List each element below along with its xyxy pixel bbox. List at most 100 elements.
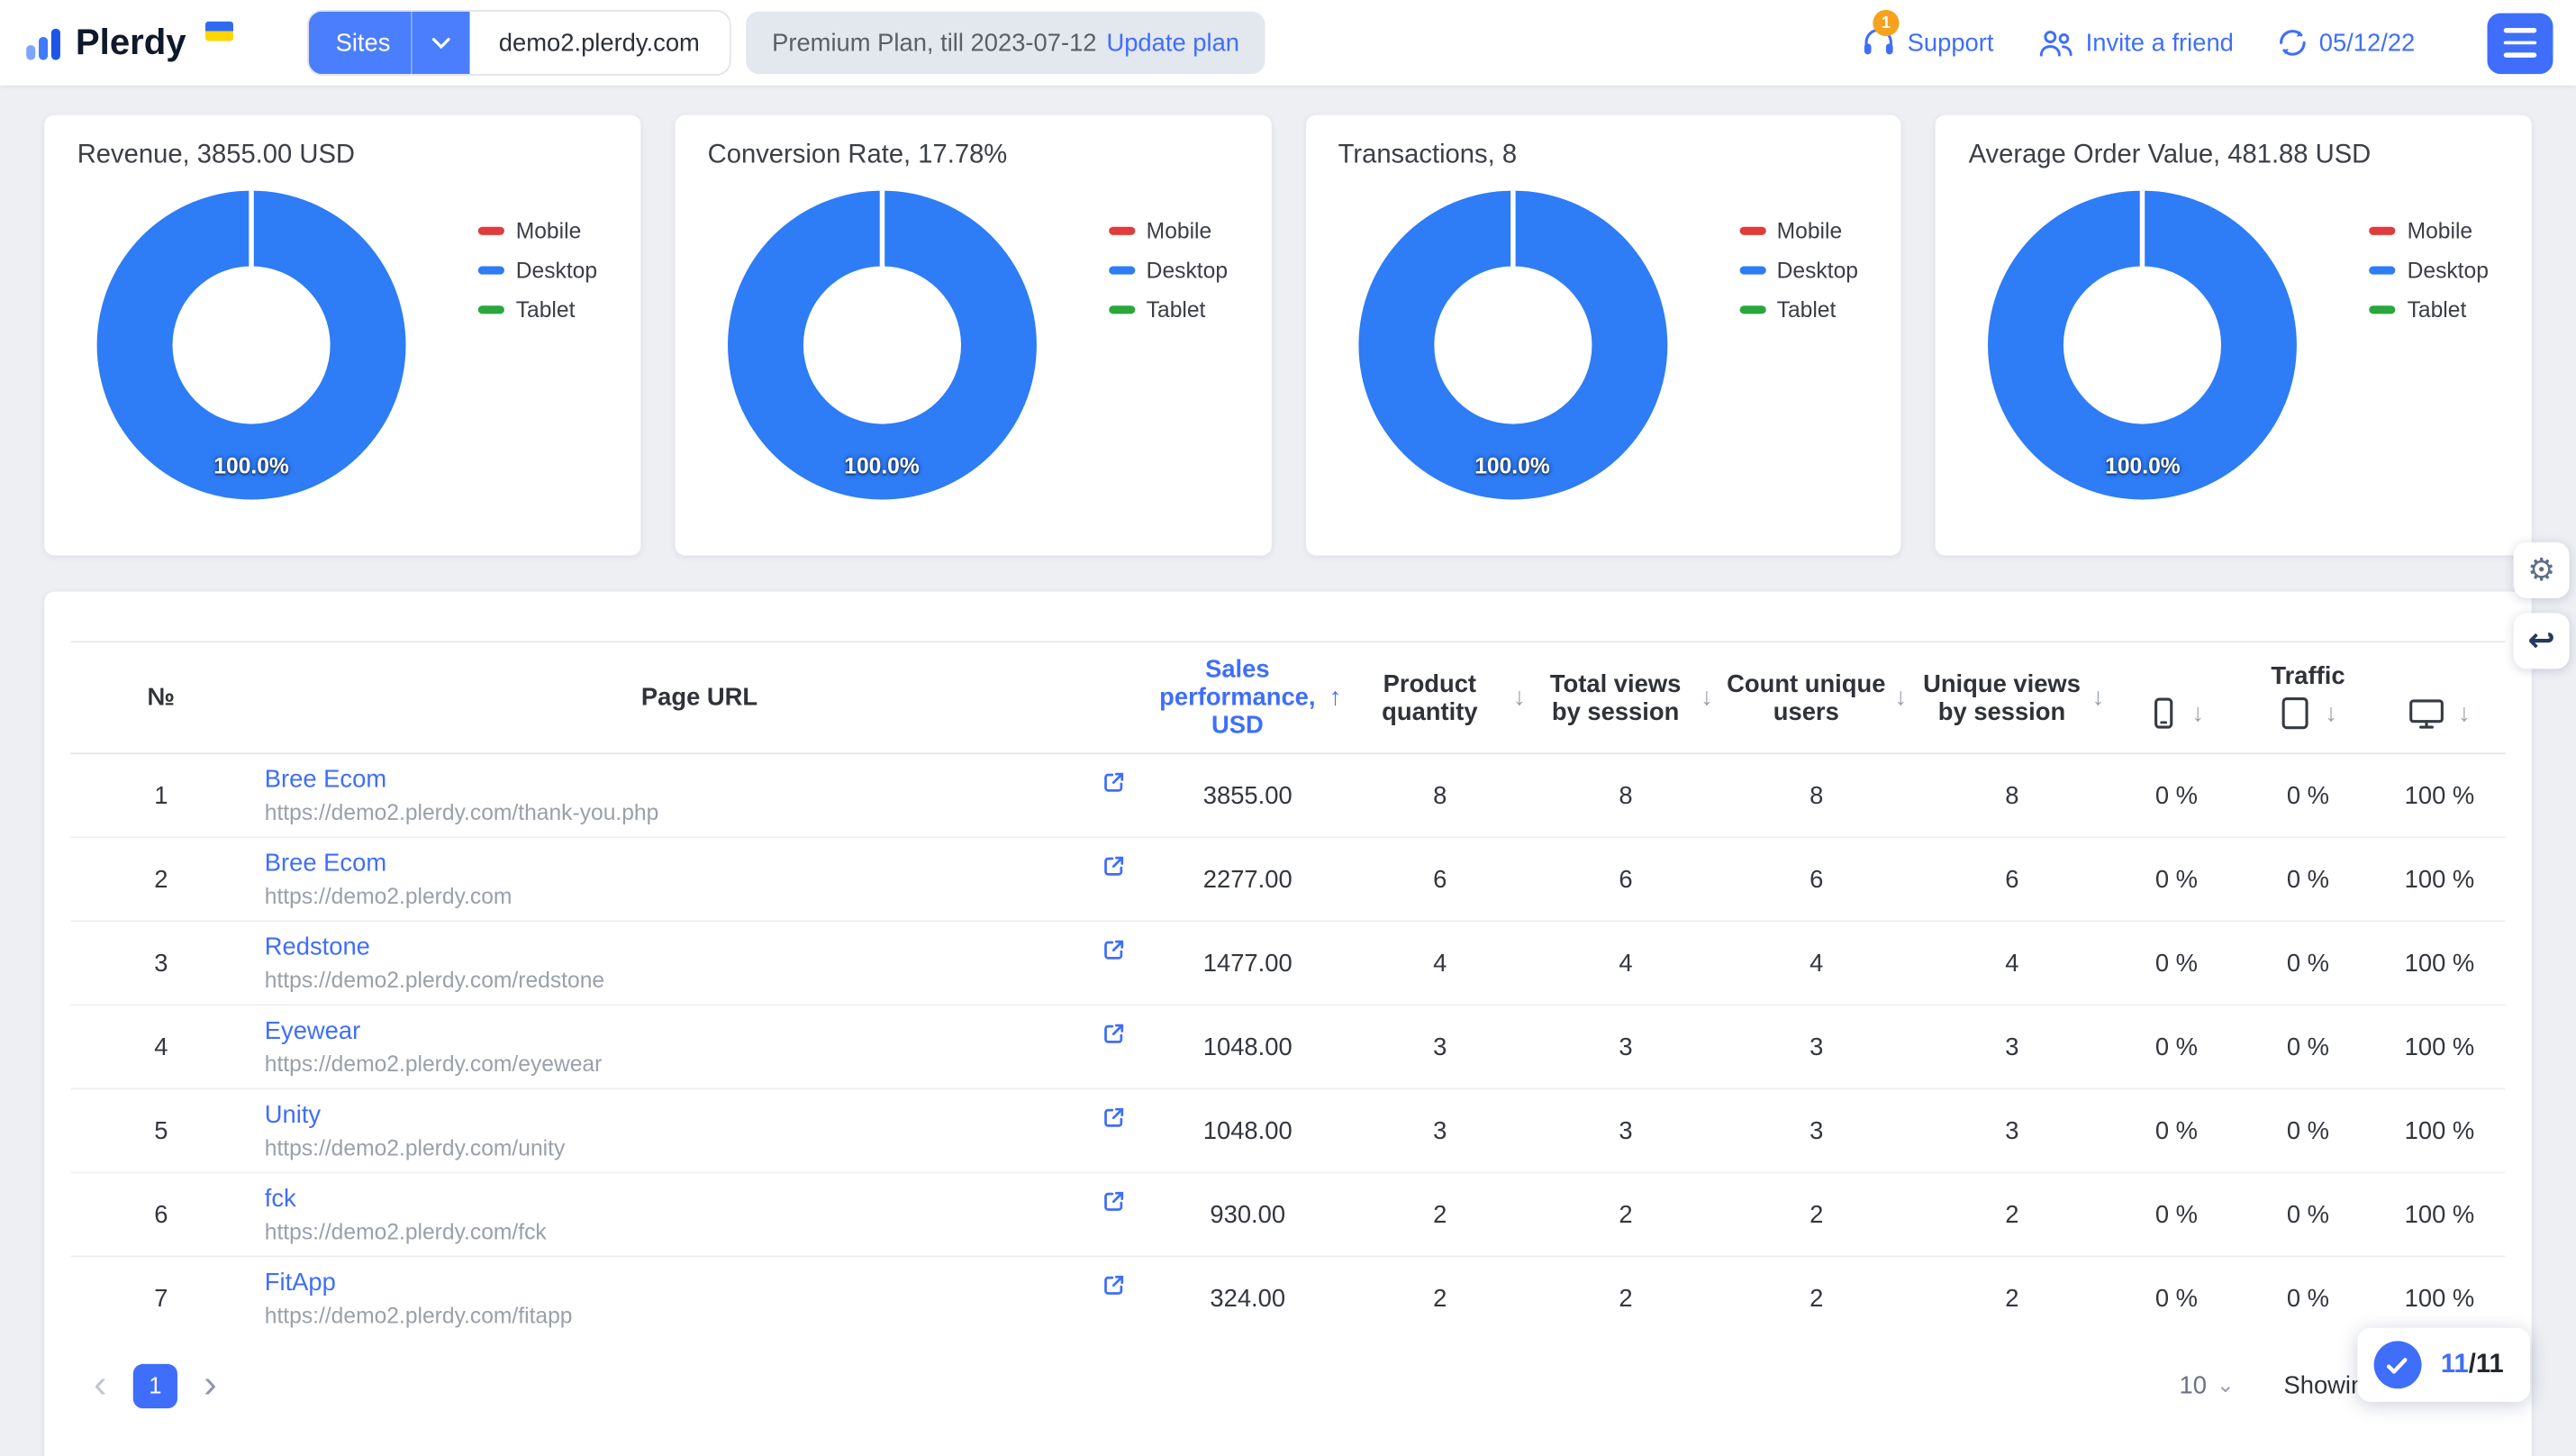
invite-label: Invite a friend	[2085, 28, 2234, 57]
qty-cell: 2	[1347, 1171, 1532, 1257]
current-domain[interactable]: demo2.plerdy.com	[468, 11, 730, 75]
monitor-icon	[2408, 696, 2444, 729]
plerdy-logo[interactable]: Plerdy	[23, 21, 234, 64]
legend-item-tablet: Tablet	[477, 296, 597, 322]
qty-cell: 6	[1347, 836, 1532, 922]
top-bar: Plerdy Sites demo2.plerdy.com Premium Pl…	[0, 0, 2576, 86]
sort-desc-icon: ↓	[1894, 683, 1908, 712]
donut-percentage-label: 100.0%	[844, 453, 920, 478]
site-selector: Sites demo2.plerdy.com	[309, 11, 730, 75]
chart-legend: Mobile Desktop Tablet	[2369, 218, 2489, 322]
header-product-quantity[interactable]: Product quantity ↓	[1347, 642, 1532, 755]
mobile-marker	[1738, 225, 1765, 234]
page-url: https://demo2.plerdy.com/redstone	[264, 968, 605, 993]
legend-item-mobile: Mobile	[1738, 218, 1858, 242]
mobile-marker	[1108, 225, 1135, 234]
current-page-button[interactable]: 1	[132, 1362, 177, 1408]
card-title: Transactions, 8	[1338, 141, 1518, 169]
row-number: 2	[70, 836, 252, 922]
sites-dropdown-button[interactable]: Sites	[309, 11, 469, 75]
pagination: ‹ 1 ›	[94, 1362, 217, 1408]
update-plan-link[interactable]: Update plan	[1106, 29, 1239, 57]
brand-name: Plerdy	[75, 21, 186, 63]
donut-percentage-label: 100.0%	[213, 453, 289, 478]
page-url: https://demo2.plerdy.com	[264, 884, 512, 909]
header-sales-performance[interactable]: Sales performance, USD ↑	[1147, 642, 1348, 755]
tablet-traffic-cell: 0 %	[2242, 920, 2374, 1006]
reply-arrow-icon: ↩	[2527, 623, 2555, 660]
support-badge: 1	[1873, 9, 1900, 37]
chart-legend: Mobile Desktop Tablet	[1108, 218, 1228, 322]
mobile-traffic-cell: 0 %	[2110, 1004, 2243, 1089]
undo-reply-button[interactable]: ↩	[2513, 613, 2570, 669]
legend-item-tablet: Tablet	[2369, 296, 2489, 322]
date-refresh[interactable]: 05/12/22	[2276, 28, 2415, 58]
header-tablet-traffic[interactable]: ↓	[2242, 690, 2374, 755]
external-link-icon[interactable]	[1102, 853, 1128, 879]
invite-friend-button[interactable]: Invite a friend	[2036, 28, 2234, 58]
header-total-views[interactable]: Total views by session ↓	[1531, 642, 1720, 755]
unique-views-cell: 2	[1913, 1171, 2111, 1257]
page-link[interactable]: fck	[265, 1185, 547, 1213]
page-link[interactable]: Unity	[265, 1101, 566, 1129]
views-cell: 4	[1531, 920, 1720, 1006]
external-link-icon[interactable]	[1102, 1021, 1128, 1047]
gear-icon: ⚙	[2527, 552, 2556, 588]
header-desktop-traffic[interactable]: ↓	[2373, 690, 2506, 755]
legend-item-desktop: Desktop	[2369, 257, 2489, 282]
page-url: https://demo2.plerdy.com/fck	[264, 1219, 547, 1244]
tablet-traffic-cell: 0 %	[2286, 781, 2330, 810]
top-right-menu: 1 Support Invite a friend 05/12/22	[1862, 9, 2553, 74]
page-size-select[interactable]: 10 ⌄	[2179, 1371, 2234, 1399]
table-row: 1 Bree Ecom https://demo2.plerdy.com/tha…	[70, 753, 2505, 837]
revenue-card: Revenue, 3855.00 USD 100.0% Mobile Deskt…	[44, 114, 640, 556]
external-link-icon[interactable]	[1102, 769, 1128, 796]
mobile-traffic-cell: 0 %	[2110, 1171, 2243, 1257]
external-link-icon[interactable]	[1102, 1105, 1128, 1131]
header-mobile-traffic[interactable]: ↓	[2110, 690, 2243, 755]
row-number: 6	[70, 1171, 252, 1257]
next-page-button[interactable]: ›	[204, 1365, 217, 1406]
table-footer: ‹ 1 › 10 ⌄ Showing 1 - 7 of 7	[70, 1362, 2505, 1408]
page-link[interactable]: Redstone	[265, 933, 604, 961]
plerdy-logo-icon	[23, 24, 66, 64]
row-number: 4	[70, 1004, 252, 1089]
external-link-icon[interactable]	[1102, 937, 1128, 963]
sites-label: Sites	[335, 28, 391, 57]
desktop-traffic-cell: 100 %	[2373, 836, 2506, 922]
views-cell: 3	[1531, 1004, 1720, 1089]
header-number: №	[70, 642, 252, 755]
users-cell: 4	[1719, 920, 1914, 1006]
mobile-marker	[2369, 225, 2396, 234]
stat-cards-row: Revenue, 3855.00 USD 100.0% Mobile Deskt…	[44, 114, 2532, 556]
tablet-marker	[1108, 305, 1135, 314]
refresh-icon	[2276, 28, 2308, 58]
people-icon	[2036, 28, 2074, 58]
settings-button[interactable]: ⚙	[2513, 541, 2570, 598]
page-link[interactable]: Eyewear	[265, 1017, 603, 1045]
donut-percentage-label: 100.0%	[2105, 453, 2181, 478]
progress-count: 11/11	[2440, 1350, 2504, 1379]
page-link[interactable]: Bree Ecom	[265, 766, 659, 794]
avg-order-value-card: Average Order Value, 481.88 USD 100.0% M…	[1936, 114, 2532, 556]
plan-text: Premium Plan, till 2023-07-12	[772, 28, 1097, 57]
legend-item-mobile: Mobile	[1108, 218, 1228, 242]
tablet-marker	[477, 305, 504, 314]
plan-banner: Premium Plan, till 2023-07-12 Update pla…	[745, 11, 1266, 75]
revenue-donut-chart: 100.0%	[96, 190, 406, 500]
external-link-icon[interactable]	[1102, 1272, 1128, 1298]
hamburger-menu-button[interactable]	[2487, 12, 2553, 74]
support-button[interactable]: 1 Support	[1862, 9, 1993, 59]
desktop-traffic-cell: 100 %	[2373, 920, 2506, 1006]
row-number: 1	[154, 781, 168, 810]
views-cell: 2	[1531, 1171, 1720, 1257]
tablet-traffic-cell: 0 %	[2242, 1171, 2374, 1257]
page-link[interactable]: FitApp	[265, 1269, 573, 1297]
external-link-icon[interactable]	[1102, 1188, 1128, 1215]
header-unique-views[interactable]: Unique views by session ↓	[1913, 642, 2111, 755]
page-link[interactable]: Bree Ecom	[265, 850, 512, 878]
onboarding-progress-widget[interactable]: 11/11	[2356, 1327, 2530, 1402]
header-count-unique-users[interactable]: Count unique users ↓	[1719, 642, 1914, 755]
prev-page-button[interactable]: ‹	[94, 1365, 107, 1406]
tablet-traffic-cell: 0 %	[2242, 1255, 2374, 1341]
